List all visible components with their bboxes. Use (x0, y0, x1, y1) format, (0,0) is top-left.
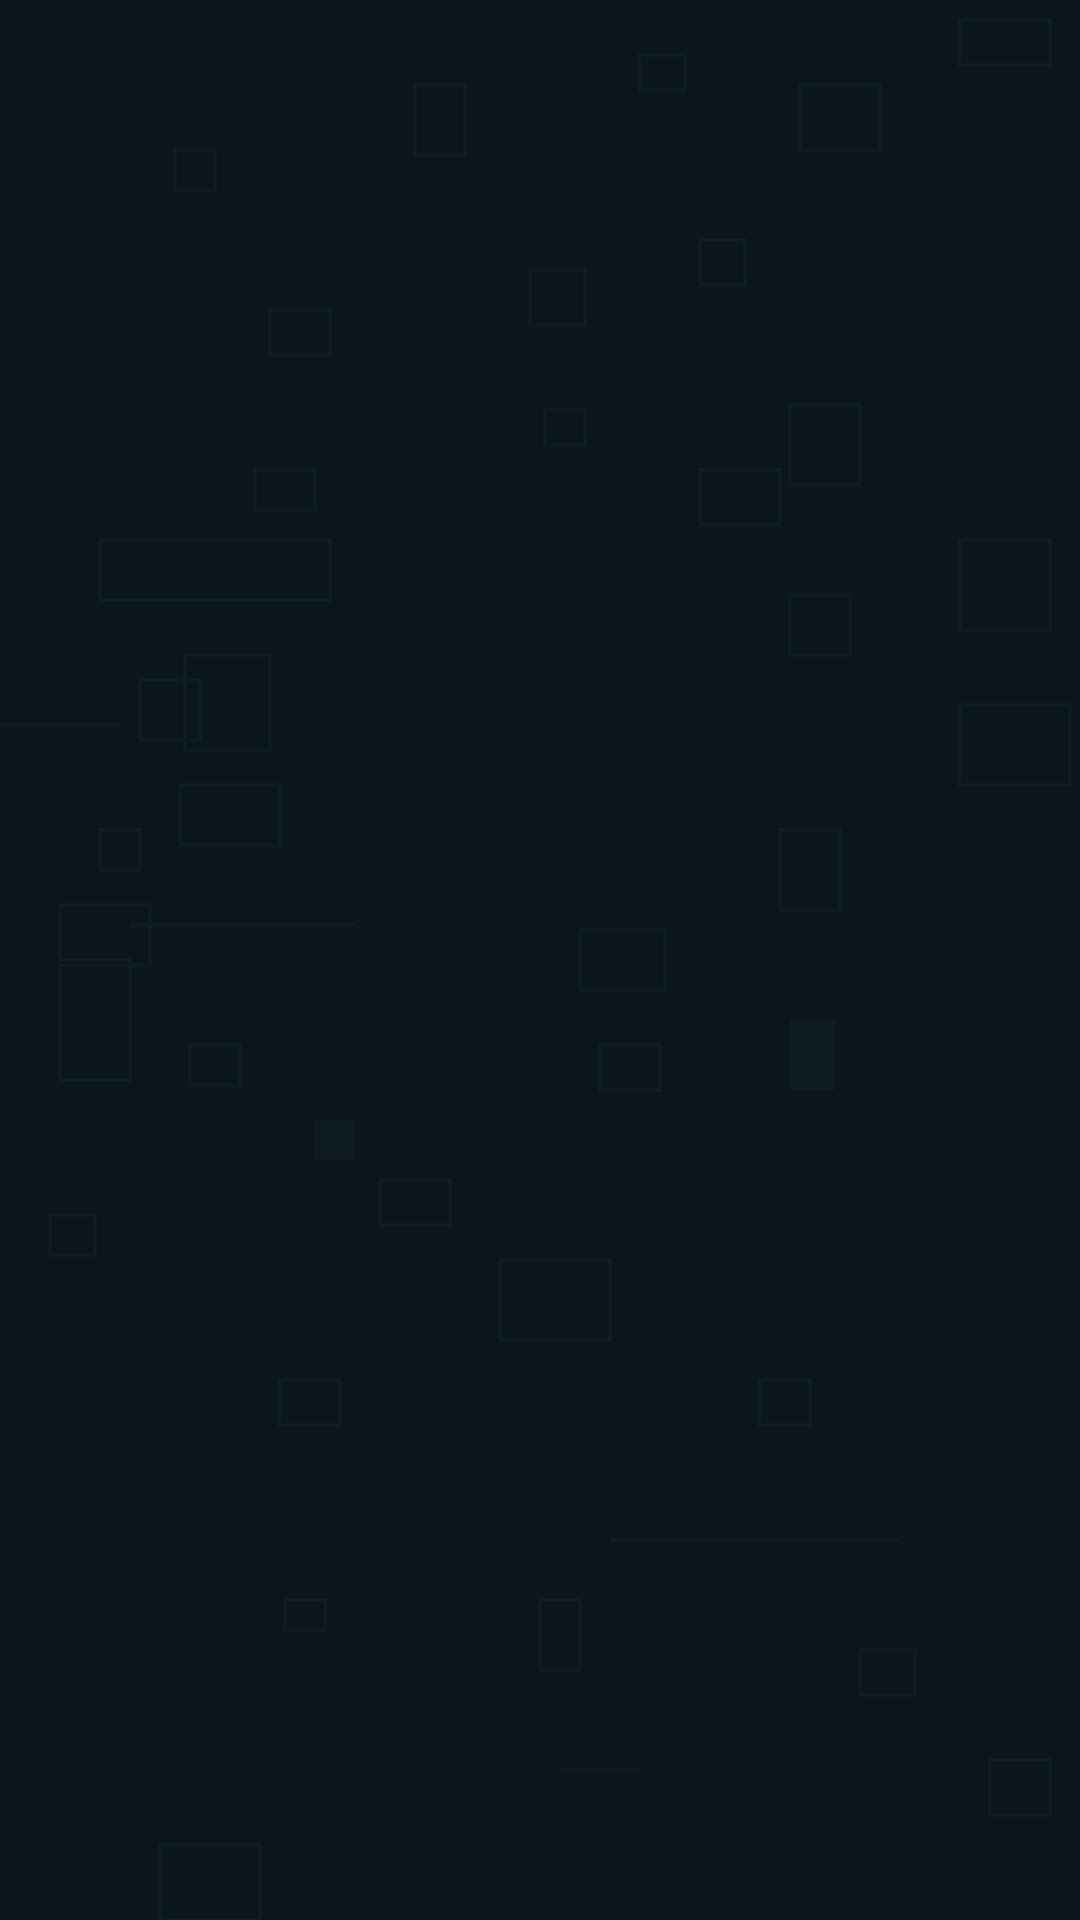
faint-background-texture (0, 18, 1072, 1920)
blank-screen (0, 0, 1080, 1920)
